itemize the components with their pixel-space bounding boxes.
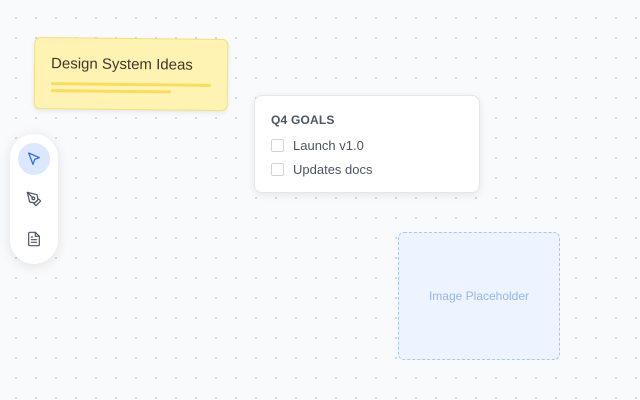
whiteboard-canvas[interactable]: Design System Ideas Q4 GOALS Launch v1.0… bbox=[0, 0, 640, 400]
checklist-checkbox[interactable] bbox=[271, 138, 284, 152]
select-tool-button[interactable] bbox=[18, 143, 50, 175]
pen-tool-icon bbox=[26, 191, 42, 207]
sticky-note-title: Design System Ideas bbox=[51, 55, 193, 74]
goals-card-title: Q4 GOALS bbox=[271, 113, 335, 127]
goals-checklist-card[interactable]: Q4 GOALS Launch v1.0 Updates docs bbox=[254, 95, 480, 193]
checklist-item[interactable]: Updates docs bbox=[271, 160, 463, 178]
image-placeholder-label: Image Placeholder bbox=[428, 289, 530, 303]
checklist-item[interactable]: Launch v1.0 bbox=[271, 136, 463, 154]
checklist-checkbox[interactable] bbox=[271, 162, 284, 176]
pen-tool-button[interactable] bbox=[18, 183, 50, 215]
sticky-note-text-line bbox=[50, 82, 211, 87]
checklist-item-label: Launch v1.0 bbox=[293, 137, 364, 153]
document-tool-button[interactable] bbox=[18, 223, 50, 255]
checklist-item-label: Updates docs bbox=[293, 161, 373, 177]
cursor-arrow-icon bbox=[28, 152, 40, 165]
sticky-note-text-line bbox=[50, 89, 171, 94]
document-icon bbox=[28, 231, 40, 247]
sticky-note[interactable]: Design System Ideas bbox=[33, 36, 229, 112]
image-placeholder[interactable]: Image Placeholder bbox=[398, 232, 560, 360]
tool-palette bbox=[10, 134, 58, 264]
